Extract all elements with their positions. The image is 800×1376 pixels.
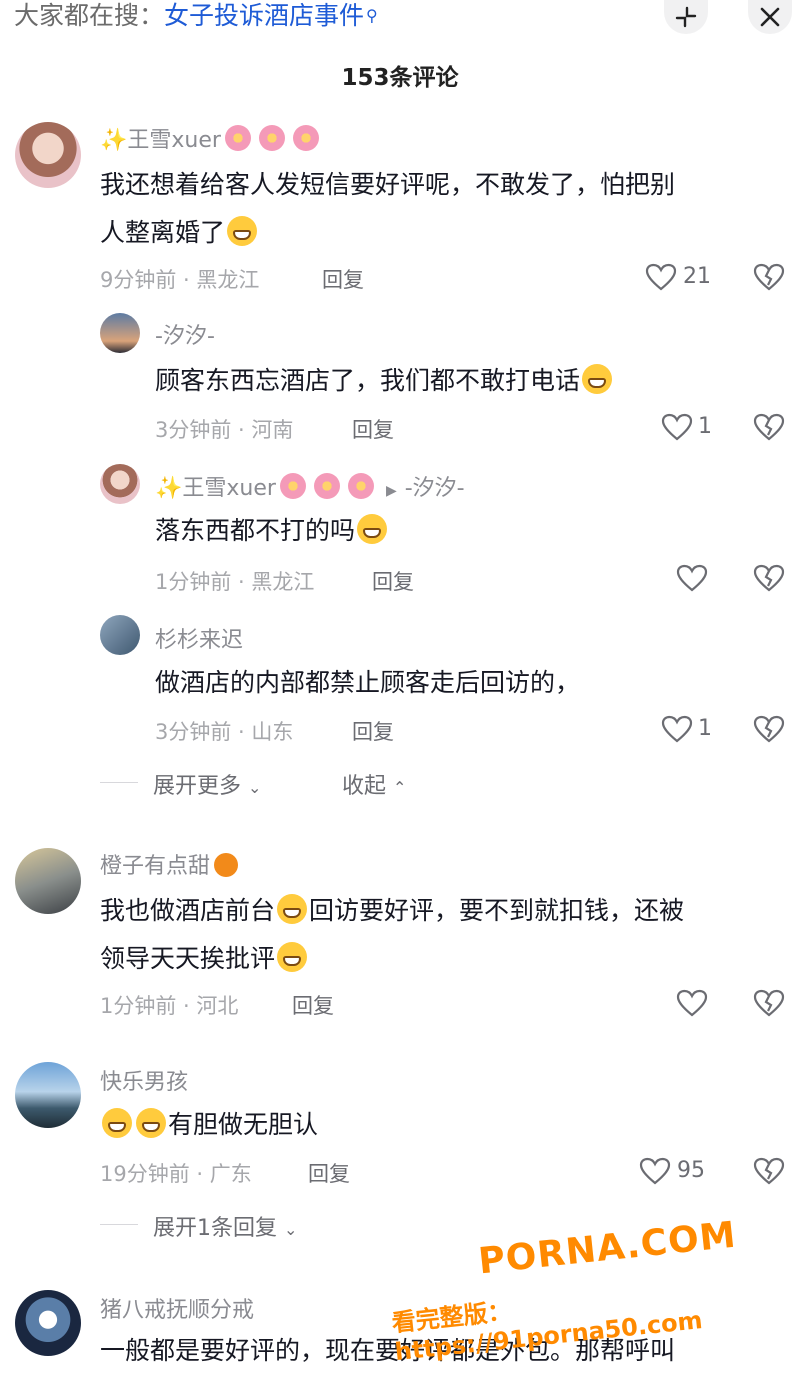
comment-meta: 1分钟前 · 黑龙江 bbox=[155, 570, 315, 594]
avatar[interactable] bbox=[15, 122, 81, 188]
flower-emoji-icon bbox=[292, 125, 319, 151]
dislike-broken-heart-icon[interactable] bbox=[752, 714, 786, 744]
avatar[interactable] bbox=[100, 464, 140, 504]
comment-meta: 3分钟前 · 山东 bbox=[155, 720, 294, 744]
heart-icon[interactable] bbox=[660, 412, 694, 442]
comment-text-line2: 人整离婚了 bbox=[100, 208, 259, 258]
flower-emoji-icon bbox=[279, 473, 306, 499]
heart-icon[interactable] bbox=[675, 988, 709, 1018]
top-bar: 大家都在搜：女子投诉酒店事件 ⚲ bbox=[0, 0, 800, 40]
like-count: 21 bbox=[683, 264, 711, 289]
comment-username[interactable]: ✨王雪xuer ▶ -汐汐- bbox=[155, 470, 465, 502]
laugh-cry-emoji-icon bbox=[582, 364, 613, 394]
chevron-down-icon: ⌄ bbox=[284, 1220, 298, 1239]
heart-icon[interactable] bbox=[638, 1156, 672, 1186]
comment-text: 我还想着给客人发短信要好评呢，不敢发了，怕把别 bbox=[100, 170, 676, 199]
flower-emoji-icon bbox=[313, 473, 340, 499]
comment-text: 顾客东西忘酒店了，我们都不敢打电话 bbox=[155, 356, 614, 406]
flower-emoji-icon bbox=[224, 125, 251, 151]
dislike-broken-heart-icon[interactable] bbox=[752, 563, 786, 593]
comment-meta: 9分钟前 · 黑龙江 bbox=[100, 268, 260, 292]
comment-username[interactable]: ✨王雪xuer bbox=[100, 122, 323, 154]
comment-username[interactable]: 快乐男孩 bbox=[100, 1064, 188, 1096]
grin-emoji-icon bbox=[227, 216, 258, 246]
avatar[interactable] bbox=[15, 1062, 81, 1128]
hot-search-prefix: 大家都在搜： bbox=[14, 1, 165, 30]
chevron-up-icon: ⌃ bbox=[393, 778, 407, 797]
reply-button[interactable]: 回复 bbox=[352, 414, 394, 444]
reply-button[interactable]: 回复 bbox=[308, 1158, 350, 1188]
collapse-icon bbox=[675, 6, 697, 28]
dislike-broken-heart-icon[interactable] bbox=[752, 262, 786, 292]
divider bbox=[100, 1224, 138, 1225]
orange-emoji-icon bbox=[214, 853, 239, 877]
comment-username[interactable]: -汐汐- bbox=[155, 318, 215, 350]
comment-username[interactable]: 杉杉来迟 bbox=[155, 622, 243, 654]
comment-text: 落东西都不打的吗 bbox=[155, 506, 389, 556]
dislike-broken-heart-icon[interactable] bbox=[752, 1156, 786, 1186]
dislike-broken-heart-icon[interactable] bbox=[752, 412, 786, 442]
tearful-emoji-icon bbox=[357, 514, 388, 544]
search-icon[interactable]: ⚲ bbox=[366, 6, 378, 25]
heart-icon[interactable] bbox=[675, 563, 709, 593]
reply-button[interactable]: 回复 bbox=[372, 566, 414, 596]
grin-emoji-icon bbox=[136, 1108, 166, 1138]
hot-search-term[interactable]: 女子投诉酒店事件 bbox=[164, 1, 364, 30]
comment-meta: 19分钟前 · 广东 bbox=[100, 1162, 252, 1186]
avatar[interactable] bbox=[15, 1290, 81, 1356]
reply-button[interactable]: 回复 bbox=[292, 990, 334, 1020]
avatar[interactable] bbox=[100, 313, 140, 353]
laugh-cry-emoji-icon bbox=[277, 894, 308, 924]
flower-emoji-icon bbox=[347, 473, 374, 499]
comment-text: 我也做酒店前台 回访要好评，要不到就扣钱，还被 bbox=[100, 894, 685, 925]
comment-text: 有胆做无胆认 bbox=[100, 1100, 318, 1150]
like-count: 1 bbox=[698, 716, 712, 741]
like-count: 1 bbox=[698, 414, 712, 439]
reply-button[interactable]: 回复 bbox=[322, 264, 364, 294]
close-icon bbox=[760, 7, 780, 27]
expand-replies-button[interactable]: 展开1条回复 ⌄ bbox=[153, 1210, 297, 1242]
comment-text: 做酒店的内部都禁止顾客走后回访的， bbox=[155, 668, 581, 697]
grin-emoji-icon bbox=[102, 1108, 132, 1138]
comment-meta: 1分钟前 · 河北 bbox=[100, 994, 239, 1018]
chevron-down-icon: ⌄ bbox=[248, 778, 262, 797]
flower-emoji-icon bbox=[258, 125, 285, 151]
avatar[interactable] bbox=[15, 848, 81, 914]
heart-icon[interactable] bbox=[660, 714, 694, 744]
expand-more-button[interactable]: 展开更多 ⌄ bbox=[153, 768, 261, 800]
heart-icon[interactable] bbox=[644, 262, 678, 292]
hot-search-suggestion[interactable]: 大家都在搜：女子投诉酒店事件 ⚲ bbox=[14, 0, 378, 32]
collapse-button[interactable] bbox=[664, 0, 708, 34]
comment-meta: 3分钟前 · 河南 bbox=[155, 418, 294, 442]
reply-arrow-icon: ▶ bbox=[385, 483, 397, 499]
comment-text-line2: 领导天天挨批评 bbox=[100, 934, 309, 984]
divider bbox=[100, 782, 138, 783]
collapse-replies-button[interactable]: 收起 ⌃ bbox=[342, 768, 406, 800]
comment-count-title: 153条评论 bbox=[341, 65, 459, 91]
laugh-cry-emoji-icon bbox=[277, 942, 308, 972]
comment-username[interactable]: 猪八戒抚顺分戒 bbox=[100, 1292, 254, 1324]
avatar[interactable] bbox=[100, 615, 140, 655]
comment-username[interactable]: 橙子有点甜 bbox=[100, 848, 239, 880]
dislike-broken-heart-icon[interactable] bbox=[752, 988, 786, 1018]
close-button[interactable] bbox=[748, 0, 792, 34]
reply-button[interactable]: 回复 bbox=[352, 716, 394, 746]
like-count: 95 bbox=[677, 1158, 705, 1183]
